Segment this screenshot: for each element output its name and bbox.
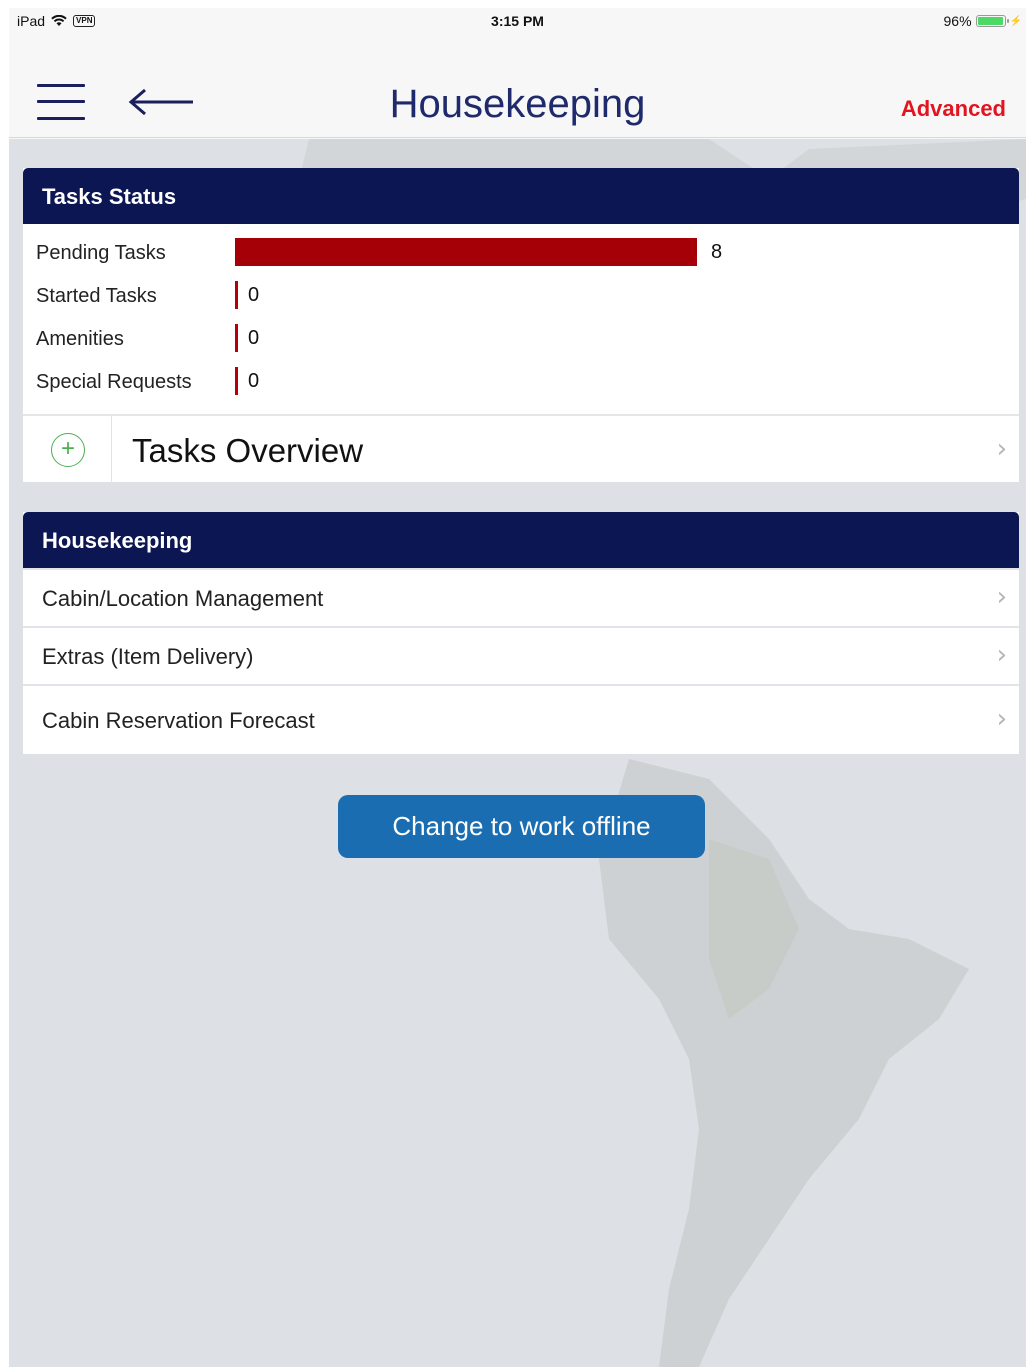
task-status-row: Special Requests 0 [23, 359, 1019, 402]
charging-icon: ⚡ [1009, 15, 1022, 27]
chevron-right-icon: › [996, 704, 1007, 734]
task-status-bar [235, 281, 238, 309]
chevron-right-icon: › [996, 434, 1007, 464]
task-status-label: Special Requests [36, 371, 192, 393]
divider [111, 416, 112, 484]
status-time: 3:15 PM [491, 13, 544, 29]
task-status-value: 0 [248, 370, 260, 392]
task-status-label: Pending Tasks [36, 242, 166, 264]
task-status-label: Started Tasks [36, 285, 157, 307]
tasks-overview-row[interactable]: + Tasks Overview › [23, 414, 1019, 484]
list-item-extras-item-delivery[interactable]: Extras (Item Delivery) › [23, 626, 1019, 684]
chevron-right-icon: › [996, 640, 1007, 670]
task-status-value: 0 [248, 284, 260, 306]
task-status-bar [235, 367, 238, 395]
list-item-label: Cabin/Location Management [42, 586, 324, 611]
tasks-status-header: Tasks Status [23, 168, 1019, 224]
tasks-status-chart: Pending Tasks 8 Started Tasks 0 Amenities 0 Sp… [23, 224, 1019, 414]
tasks-overview-label: Tasks Overview [132, 432, 364, 469]
plus-circle-icon[interactable]: + [51, 433, 85, 467]
list-item-cabin-location-management[interactable]: Cabin/Location Management › [23, 568, 1019, 626]
battery-percent: 96% [943, 13, 972, 29]
task-status-value: 0 [248, 327, 260, 349]
status-bar: iPad VPN 3:15 PM 96% ⚡ [9, 8, 1026, 34]
task-status-label: Amenities [36, 328, 124, 350]
task-status-bar [235, 324, 238, 352]
task-status-row: Amenities 0 [23, 316, 1019, 359]
device-screen: iPad VPN 3:15 PM 96% ⚡ Housekeeping Adva… [9, 8, 1026, 1367]
advanced-button[interactable]: Advanced [901, 96, 1006, 122]
battery-icon [975, 15, 1009, 27]
status-right: 96% ⚡ [944, 13, 1022, 29]
list-item-cabin-reservation-forecast[interactable]: Cabin Reservation Forecast › [23, 684, 1019, 754]
list-item-label: Cabin Reservation Forecast [42, 708, 315, 733]
chevron-right-icon: › [996, 582, 1007, 612]
housekeeping-card: Housekeeping Cabin/Location Management ›… [23, 512, 1019, 754]
housekeeping-header: Housekeeping [23, 512, 1019, 568]
task-status-value: 8 [711, 241, 723, 263]
work-offline-button[interactable]: Change to work offline [338, 795, 705, 858]
task-status-bar [235, 238, 697, 266]
task-status-row: Started Tasks 0 [23, 273, 1019, 316]
tasks-status-card: Tasks Status Pending Tasks 8 Started Tasks… [23, 168, 1019, 484]
task-status-row: Pending Tasks 8 [23, 230, 1019, 273]
battery-fill [977, 17, 1003, 25]
nav-bar: Housekeeping Advanced [9, 34, 1026, 138]
list-item-label: Extras (Item Delivery) [42, 644, 254, 669]
page-title: Housekeeping [389, 82, 646, 126]
